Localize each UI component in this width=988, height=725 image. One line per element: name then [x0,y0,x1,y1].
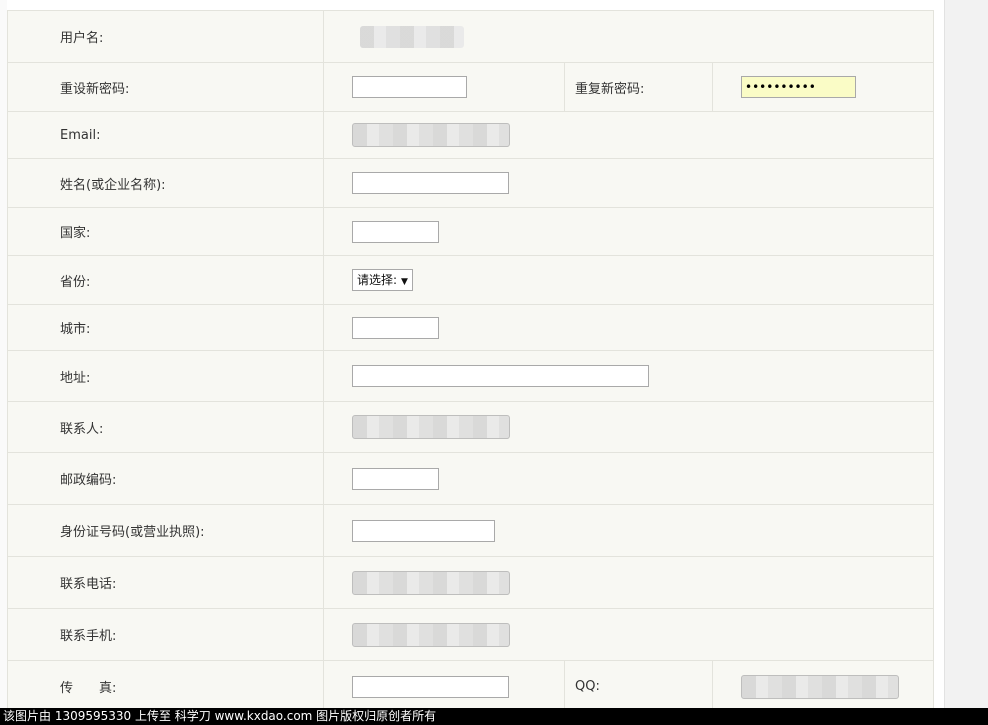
profile-form: 用户名: 重设新密码: 重复新密码: Email: 姓名(或企业名称): 国家: [7,10,934,713]
row-fax-qq: 传 真: QQ: [7,660,934,713]
row-name: 姓名(或企业名称): [7,158,934,208]
fax-input[interactable] [352,675,509,698]
name-cell [323,158,934,208]
name-label: 姓名(或企业名称): [7,158,324,208]
id-number-cell [323,504,934,557]
country-input[interactable] [352,220,439,243]
row-province: 省份: 请选择: ▼ [7,255,934,305]
qq-label: QQ: [564,660,713,713]
phone-cell [323,556,934,609]
address-label: 地址: [7,350,324,402]
row-country: 国家: [7,207,934,256]
qq-input-redacted[interactable] [741,674,899,699]
city-cell [323,304,934,351]
watermark-footer: 该图片由 1309595330 上传至 科学刀 www.kxdao.com 图片… [0,708,988,725]
contact-label: 联系人: [7,401,324,453]
fax-label: 传 真: [7,660,324,713]
row-id-number: 身份证号码(或营业执照): [7,504,934,557]
province-select[interactable]: 请选择: ▼ [352,269,413,291]
contact-input-redacted[interactable] [352,415,510,439]
username-label: 用户名: [7,10,324,63]
mobile-input-redacted[interactable] [352,622,510,647]
dropdown-arrow-icon: ▼ [401,277,408,287]
country-label: 国家: [7,207,324,256]
qq-cell [712,660,934,713]
name-input[interactable] [352,172,509,194]
phone-input-redacted[interactable] [352,570,510,595]
username-value-cell [323,10,934,63]
row-password: 重设新密码: 重复新密码: [7,62,934,112]
postcode-input[interactable] [352,467,439,490]
postcode-cell [323,452,934,505]
id-number-input[interactable] [352,519,495,542]
id-number-label: 身份证号码(或营业执照): [7,504,324,557]
phone-label: 联系电话: [7,556,324,609]
right-scroll-region [944,0,988,708]
repeat-password-cell [712,62,934,112]
row-postcode: 邮政编码: [7,452,934,505]
row-phone: 联系电话: [7,556,934,609]
mobile-cell [323,608,934,661]
email-label: Email: [7,111,324,159]
contact-cell [323,401,934,453]
reset-password-cell [323,62,565,112]
repeat-password-input[interactable] [741,76,856,98]
province-label: 省份: [7,255,324,305]
province-cell: 请选择: ▼ [323,255,934,305]
repeat-password-label: 重复新密码: [564,62,713,112]
country-cell [323,207,934,256]
fax-cell [323,660,565,713]
row-contact: 联系人: [7,401,934,453]
row-mobile: 联系手机: [7,608,934,661]
address-cell [323,350,934,402]
email-cell [323,111,934,159]
row-username: 用户名: [7,10,934,63]
username-value-redacted [360,25,464,48]
city-input[interactable] [352,316,439,339]
row-email: Email: [7,111,934,159]
mobile-label: 联系手机: [7,608,324,661]
row-address: 地址: [7,350,934,402]
reset-password-label: 重设新密码: [7,62,324,112]
city-label: 城市: [7,304,324,351]
email-input-redacted[interactable] [352,123,510,147]
reset-password-input[interactable] [352,76,467,98]
postcode-label: 邮政编码: [7,452,324,505]
province-selected-value: 请选择: [357,273,398,287]
address-input[interactable] [352,365,649,387]
row-city: 城市: [7,304,934,351]
left-margin [0,0,7,708]
